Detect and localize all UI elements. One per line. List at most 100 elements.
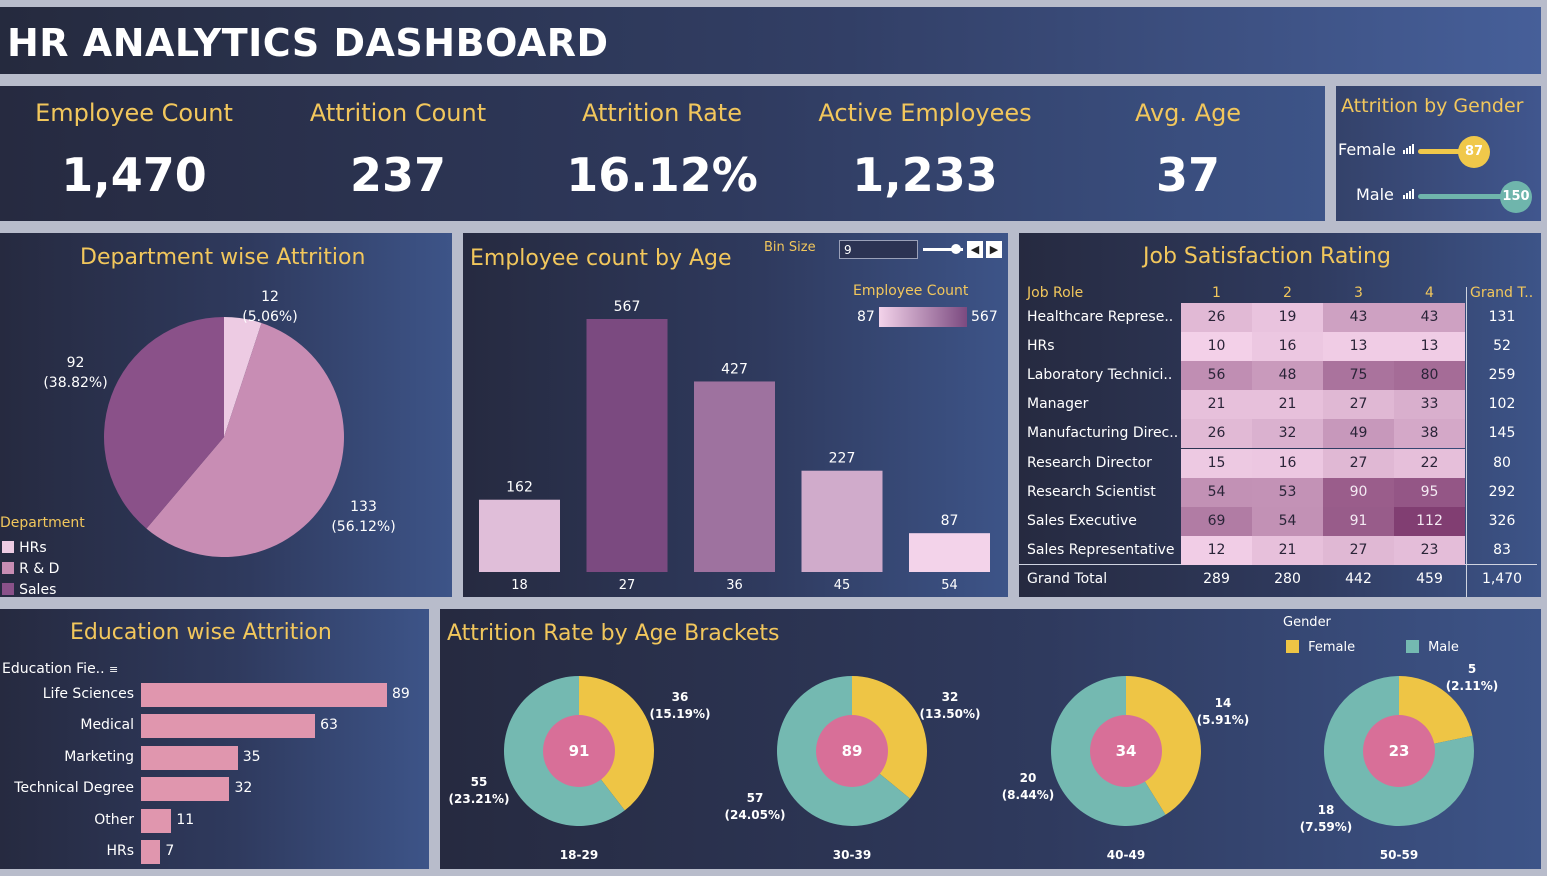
- kpi-label: Avg. Age: [1134, 99, 1242, 127]
- table-row: HRs 10 16 13 13 52: [1019, 332, 1541, 362]
- table-cell: 38: [1394, 419, 1465, 449]
- table-row: Sales Executive 69 54 91 112 326: [1019, 506, 1541, 536]
- legend-item-hrs[interactable]: HRs: [2, 537, 47, 556]
- bar-chart-icon: [1403, 144, 1415, 154]
- legend-item-sales[interactable]: Sales: [2, 579, 56, 597]
- education-bar[interactable]: [141, 714, 316, 739]
- column-header-grand-total: Grand T..: [1470, 285, 1534, 301]
- donut-total-label: 34: [1116, 742, 1137, 760]
- table-cell: 21: [1252, 390, 1323, 420]
- table-cell: 54: [1252, 506, 1323, 536]
- table-cell: 27: [1323, 448, 1394, 478]
- kpi-value: 237: [349, 148, 447, 202]
- bar-value-label: 35: [242, 748, 261, 765]
- axis-label: Education Fie..: [2, 661, 105, 677]
- education-row[interactable]: Other 11: [0, 808, 429, 835]
- age-bar[interactable]: [694, 381, 775, 572]
- row-label: Sales Executive: [1027, 512, 1137, 529]
- row-label: Laboratory Technici..: [1027, 367, 1173, 384]
- row-label: Manufacturing Direc..: [1027, 425, 1179, 442]
- table-cell: 54: [1181, 477, 1252, 507]
- age-bar[interactable]: [801, 470, 883, 572]
- table-cell: 75: [1323, 361, 1394, 391]
- education-bar[interactable]: [141, 745, 238, 770]
- bar-value-label: 87: [941, 513, 959, 529]
- female-pct-label: (15.19%): [650, 707, 711, 721]
- table-cell: 90: [1323, 477, 1394, 507]
- slice-value: 133: [350, 499, 377, 515]
- female-pct-label: (13.50%): [920, 707, 981, 721]
- row-label: Sales Representative: [1027, 541, 1175, 558]
- x-tick-label: 36: [726, 578, 743, 593]
- education-row[interactable]: Technical Degree 32: [0, 777, 429, 803]
- column-header-1: 1: [1212, 285, 1221, 301]
- kpi-label: Attrition Count: [309, 99, 487, 127]
- table-cell: 13: [1323, 332, 1394, 362]
- legend-swatch: [2, 541, 14, 553]
- education-row[interactable]: HRs 7: [0, 840, 429, 866]
- sort-icon[interactable]: ≡: [109, 663, 118, 676]
- education-bar[interactable]: [141, 808, 172, 833]
- table-cell: 280: [1274, 571, 1301, 587]
- table-cell: 56: [1181, 361, 1252, 391]
- gender-value-dot: 87: [1458, 136, 1490, 168]
- bracket-label: 40-49: [1107, 848, 1145, 862]
- kpi-value: 1,470: [61, 148, 207, 202]
- male-value-label: 55: [471, 775, 488, 789]
- job-satisfaction-panel: Job Satisfaction Rating Job Role 1 2 3 4…: [1019, 233, 1541, 597]
- slice-pct: (56.12%): [331, 519, 396, 535]
- category-label: Medical: [80, 717, 134, 734]
- bracket-label: 50-59: [1380, 848, 1418, 862]
- table-cell: 95: [1394, 477, 1465, 507]
- gender-row-male[interactable]: Male 150: [1336, 181, 1541, 213]
- row-total-cell: 145: [1488, 425, 1516, 442]
- donut-total-label: 91: [569, 742, 590, 760]
- male-value-label: 57: [747, 791, 764, 805]
- legend-item-rnd[interactable]: R & D: [2, 558, 59, 577]
- education-bar[interactable]: [141, 840, 161, 864]
- male-value-label: 18: [1318, 803, 1335, 817]
- slice-value: 12: [261, 289, 279, 305]
- row-total-cell: 259: [1488, 367, 1516, 384]
- table-cell: 13: [1394, 332, 1465, 362]
- table-cell: 26: [1181, 303, 1252, 332]
- gender-title: Attrition by Gender: [1341, 95, 1524, 117]
- bar-value-label: 162: [506, 480, 533, 496]
- table-cell: 22: [1394, 448, 1465, 478]
- table-cell: 16: [1252, 332, 1323, 362]
- table-cell: 80: [1394, 361, 1465, 391]
- female-value-label: 32: [942, 690, 959, 704]
- column-header-4: 4: [1425, 285, 1434, 301]
- legend-swatch: [2, 562, 14, 574]
- education-bar[interactable]: [141, 777, 230, 802]
- x-tick-label: 54: [941, 578, 958, 593]
- education-row[interactable]: Life Sciences 89: [0, 683, 429, 709]
- education-row[interactable]: Medical 63: [0, 714, 429, 740]
- female-value-label: 36: [672, 690, 689, 704]
- column-header-2: 2: [1283, 285, 1292, 301]
- department-pie-chart: [103, 317, 344, 557]
- dashboard-title: HR ANALYTICS DASHBOARD: [7, 21, 609, 65]
- education-bar[interactable]: [141, 683, 387, 707]
- male-pct-label: (7.59%): [1300, 820, 1353, 834]
- legend-title: Department: [0, 515, 85, 531]
- bar-value-label: 32: [234, 780, 253, 797]
- table-cell: 442: [1345, 571, 1372, 587]
- table-cell: 10: [1181, 332, 1252, 362]
- table-row: Manager 21 21 27 33 102: [1019, 390, 1541, 420]
- panel-title: Education wise Attrition: [70, 620, 332, 645]
- table-cell: 459: [1416, 571, 1443, 587]
- axis-header[interactable]: Education Fie.. ≡: [2, 661, 118, 677]
- age-bar[interactable]: [586, 319, 668, 572]
- age-bar[interactable]: [479, 499, 560, 572]
- table-cell: 21: [1252, 535, 1323, 565]
- education-row[interactable]: Marketing 35: [0, 745, 429, 772]
- slice-pct: (38.82%): [43, 375, 108, 391]
- row-total-cell: 131: [1488, 309, 1516, 325]
- table-cell: 53: [1252, 477, 1323, 507]
- donut-total-label: 23: [1389, 742, 1410, 760]
- slice-pct: (5.06%): [242, 309, 298, 325]
- gender-row-female[interactable]: Female 87: [1336, 136, 1541, 168]
- table-cell: 32: [1252, 419, 1323, 449]
- age-bar[interactable]: [909, 533, 990, 572]
